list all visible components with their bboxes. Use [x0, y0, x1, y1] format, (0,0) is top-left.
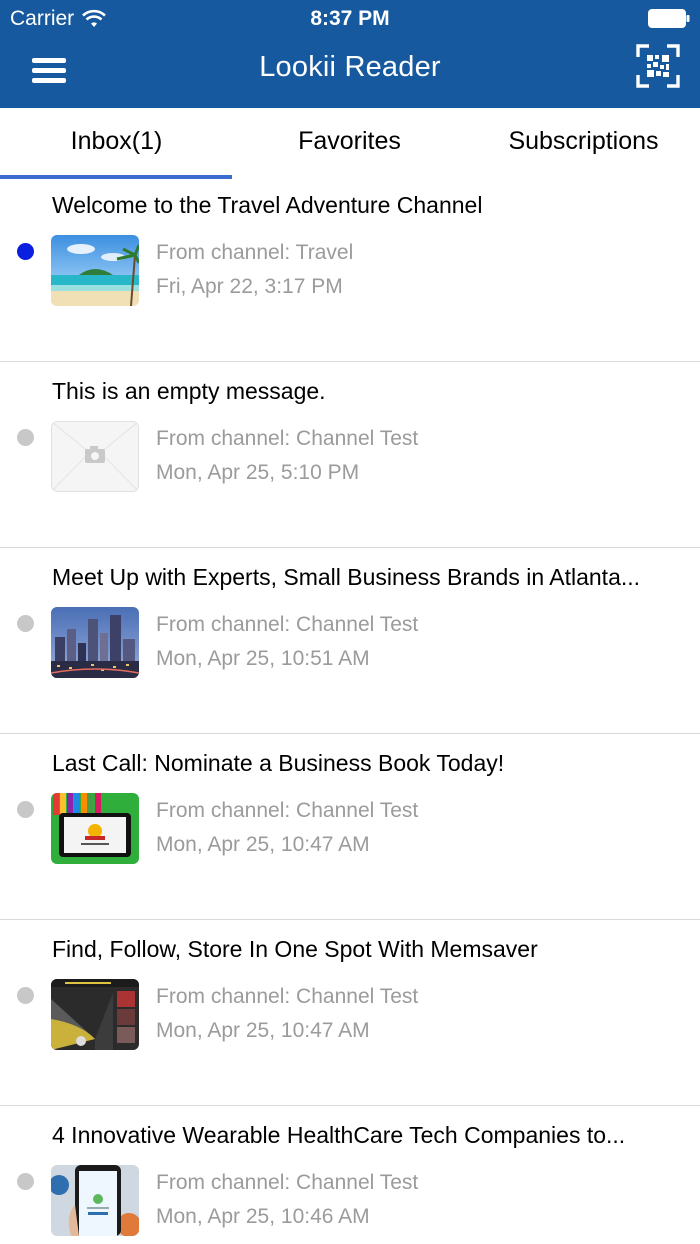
message-title: Welcome to the Travel Adventure Channel — [52, 192, 483, 218]
memsaver-thumbnail — [51, 979, 139, 1050]
message-channel: From channel: Channel Test — [156, 427, 419, 450]
status-time: 8:37 PM — [310, 7, 390, 30]
read-dot — [17, 615, 34, 632]
message-item[interactable]: Welcome to the Travel Adventure Channel … — [0, 176, 700, 362]
app-title: Lookii Reader — [259, 51, 441, 83]
city-skyline-thumbnail — [51, 607, 139, 678]
tab-selected-indicator — [0, 175, 232, 179]
beach-thumbnail — [51, 235, 139, 306]
message-item[interactable]: 4 Innovative Wearable HealthCare Tech Co… — [0, 1106, 700, 1244]
message-channel: From channel: Channel Test — [156, 799, 419, 822]
message-item[interactable]: Meet Up with Experts, Small Business Bra… — [0, 548, 700, 734]
battery-icon — [648, 9, 690, 28]
message-title: Meet Up with Experts, Small Business Bra… — [52, 564, 641, 590]
navigation-bar: Lookii Reader — [0, 36, 700, 108]
phone-impact-thumbnail — [51, 1165, 139, 1236]
message-channel: From channel: Channel Test — [156, 985, 419, 1008]
read-dot — [17, 801, 34, 818]
tab-subscriptions[interactable]: Subscriptions — [467, 108, 700, 180]
message-title: Find, Follow, Store In One Spot With Mem… — [52, 936, 538, 962]
message-channel: From channel: Travel — [156, 241, 354, 264]
message-date: Fri, Apr 22, 3:17 PM — [156, 275, 343, 298]
top-bar: Carrier 8:37 PM Lookii Reader — [0, 0, 700, 108]
message-channel: From channel: Channel Test — [156, 613, 419, 636]
message-title: Last Call: Nominate a Business Book Toda… — [52, 750, 505, 776]
message-title: This is an empty message. — [52, 378, 326, 404]
read-dot — [17, 429, 34, 446]
message-date: Mon, Apr 25, 10:46 AM — [156, 1205, 370, 1228]
placeholder-thumbnail — [51, 421, 139, 492]
tab-bar: Inbox(1) Favorites Subscriptions — [0, 108, 700, 180]
message-item[interactable]: Find, Follow, Store In One Spot With Mem… — [0, 920, 700, 1106]
message-title: 4 Innovative Wearable HealthCare Tech Co… — [52, 1122, 626, 1148]
qr-scan-icon[interactable] — [636, 44, 680, 88]
message-date: Mon, Apr 25, 10:51 AM — [156, 647, 370, 670]
message-item[interactable]: Last Call: Nominate a Business Book Toda… — [0, 734, 700, 920]
status-bar: Carrier 8:37 PM — [0, 0, 700, 36]
read-dot — [17, 987, 34, 1004]
tablet-books-thumbnail — [51, 793, 139, 864]
message-item[interactable]: This is an empty message. From channel: … — [0, 362, 700, 548]
message-list: Welcome to the Travel Adventure Channel … — [0, 176, 700, 1244]
message-date: Mon, Apr 25, 5:10 PM — [156, 461, 360, 484]
read-dot — [17, 1173, 34, 1190]
unread-dot — [17, 243, 34, 260]
message-channel: From channel: Channel Test — [156, 1171, 419, 1194]
tab-inbox[interactable]: Inbox(1) — [0, 108, 233, 180]
message-date: Mon, Apr 25, 10:47 AM — [156, 1019, 370, 1042]
tab-favorites[interactable]: Favorites — [233, 108, 466, 180]
message-date: Mon, Apr 25, 10:47 AM — [156, 833, 370, 856]
